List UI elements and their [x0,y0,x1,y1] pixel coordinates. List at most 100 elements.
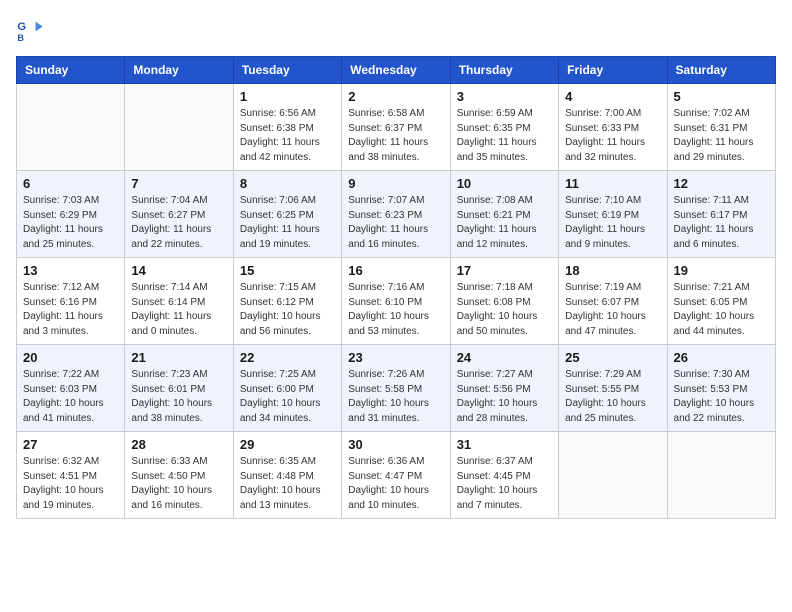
day-info: Sunrise: 7:07 AM Sunset: 6:23 PM Dayligh… [348,194,443,252]
logo-icon: G B [16,16,44,44]
calendar-cell: 31Sunrise: 6:37 AM Sunset: 4:45 PM Dayli… [450,432,558,519]
calendar-cell: 11 Sunrise: 7:10 AM Sunset: 6:19 PM Dayli… [559,171,667,258]
day-number: 19 [674,263,769,278]
day-info: Sunrise: 6:56 AM Sunset: 6:38 PM Dayligh… [240,107,335,165]
day-number: 11 [565,176,660,191]
day-number: 1 [240,89,335,104]
day-info: Sunrise: 7:10 AM Sunset: 6:19 PM Dayligh… [565,194,660,252]
day-number: 13 [23,263,118,278]
weekday-header: Thursday [450,57,558,84]
calendar-cell: 13 Sunrise: 7:12 AM Sunset: 6:16 PM Dayli… [17,258,125,345]
day-number: 18 [565,263,660,278]
day-number: 30 [348,437,443,452]
calendar-cell: 19 Sunrise: 7:21 AM Sunset: 6:05 PM Dayli… [667,258,775,345]
day-number: 5 [674,89,769,104]
day-info: Sunrise: 6:59 AM Sunset: 6:35 PM Dayligh… [457,107,552,165]
day-number: 22 [240,350,335,365]
day-number: 3 [457,89,552,104]
weekday-header: Wednesday [342,57,450,84]
day-number: 6 [23,176,118,191]
day-info: Sunrise: 7:29 AM Sunset: 5:55 PM Dayligh… [565,368,660,426]
calendar-cell: 10Sunrise: 7:08 AM Sunset: 6:21 PM Dayli… [450,171,558,258]
day-info: Sunrise: 7:30 AM Sunset: 5:53 PM Dayligh… [674,368,769,426]
calendar-week-row: 27 Sunrise: 6:32 AM Sunset: 4:51 PM Dayli… [17,432,776,519]
calendar-cell: 25 Sunrise: 7:29 AM Sunset: 5:55 PM Dayli… [559,345,667,432]
day-number: 17 [457,263,552,278]
day-number: 25 [565,350,660,365]
calendar-table: SundayMondayTuesdayWednesdayThursdayFrid… [16,56,776,519]
day-info: Sunrise: 7:23 AM Sunset: 6:01 PM Dayligh… [131,368,226,426]
day-info: Sunrise: 7:11 AM Sunset: 6:17 PM Dayligh… [674,194,769,252]
day-info: Sunrise: 7:19 AM Sunset: 6:07 PM Dayligh… [565,281,660,339]
day-number: 12 [674,176,769,191]
calendar-cell: 6 Sunrise: 7:03 AM Sunset: 6:29 PM Daylig… [17,171,125,258]
calendar-cell: 20Sunrise: 7:22 AM Sunset: 6:03 PM Dayli… [17,345,125,432]
day-info: Sunrise: 7:00 AM Sunset: 6:33 PM Dayligh… [565,107,660,165]
day-info: Sunrise: 6:32 AM Sunset: 4:51 PM Dayligh… [23,455,118,513]
weekday-header: Tuesday [233,57,341,84]
logo: G B [16,16,48,44]
calendar-week-row: 1 Sunrise: 6:56 AM Sunset: 6:38 PM Daylig… [17,84,776,171]
calendar-cell [667,432,775,519]
day-number: 14 [131,263,226,278]
day-info: Sunrise: 7:06 AM Sunset: 6:25 PM Dayligh… [240,194,335,252]
day-number: 28 [131,437,226,452]
day-number: 9 [348,176,443,191]
calendar-cell: 28 Sunrise: 6:33 AM Sunset: 4:50 PM Dayli… [125,432,233,519]
day-number: 16 [348,263,443,278]
day-number: 10 [457,176,552,191]
day-info: Sunrise: 7:14 AM Sunset: 6:14 PM Dayligh… [131,281,226,339]
day-info: Sunrise: 6:35 AM Sunset: 4:48 PM Dayligh… [240,455,335,513]
day-info: Sunrise: 6:37 AM Sunset: 4:45 PM Dayligh… [457,455,552,513]
day-number: 7 [131,176,226,191]
calendar-cell: 22Sunrise: 7:25 AM Sunset: 6:00 PM Dayli… [233,345,341,432]
weekday-header-row: SundayMondayTuesdayWednesdayThursdayFrid… [17,57,776,84]
calendar-cell: 5Sunrise: 7:02 AM Sunset: 6:31 PM Daylig… [667,84,775,171]
calendar-cell: 26 Sunrise: 7:30 AM Sunset: 5:53 PM Dayli… [667,345,775,432]
calendar-cell: 15 Sunrise: 7:15 AM Sunset: 6:12 PM Dayli… [233,258,341,345]
day-number: 8 [240,176,335,191]
day-info: Sunrise: 7:27 AM Sunset: 5:56 PM Dayligh… [457,368,552,426]
day-info: Sunrise: 7:18 AM Sunset: 6:08 PM Dayligh… [457,281,552,339]
day-number: 26 [674,350,769,365]
day-number: 15 [240,263,335,278]
page-header: G B [16,16,776,44]
svg-text:B: B [17,33,24,43]
calendar-cell: 1 Sunrise: 6:56 AM Sunset: 6:38 PM Daylig… [233,84,341,171]
weekday-header: Saturday [667,57,775,84]
calendar-cell: 21 Sunrise: 7:23 AM Sunset: 6:01 PM Dayli… [125,345,233,432]
calendar-cell: 14 Sunrise: 7:14 AM Sunset: 6:14 PM Dayli… [125,258,233,345]
svg-text:G: G [17,21,26,33]
calendar-cell: 16 Sunrise: 7:16 AM Sunset: 6:10 PM Dayli… [342,258,450,345]
day-info: Sunrise: 7:26 AM Sunset: 5:58 PM Dayligh… [348,368,443,426]
day-info: Sunrise: 7:12 AM Sunset: 6:16 PM Dayligh… [23,281,118,339]
calendar-cell [17,84,125,171]
calendar-week-row: 20Sunrise: 7:22 AM Sunset: 6:03 PM Dayli… [17,345,776,432]
day-number: 21 [131,350,226,365]
calendar-cell: 7Sunrise: 7:04 AM Sunset: 6:27 PM Daylig… [125,171,233,258]
calendar-cell: 9 Sunrise: 7:07 AM Sunset: 6:23 PM Daylig… [342,171,450,258]
day-number: 27 [23,437,118,452]
weekday-header: Monday [125,57,233,84]
day-info: Sunrise: 7:03 AM Sunset: 6:29 PM Dayligh… [23,194,118,252]
calendar-cell: 30Sunrise: 6:36 AM Sunset: 4:47 PM Dayli… [342,432,450,519]
calendar-cell: 8 Sunrise: 7:06 AM Sunset: 6:25 PM Daylig… [233,171,341,258]
calendar-cell: 23Sunrise: 7:26 AM Sunset: 5:58 PM Dayli… [342,345,450,432]
day-info: Sunrise: 7:15 AM Sunset: 6:12 PM Dayligh… [240,281,335,339]
day-info: Sunrise: 7:16 AM Sunset: 6:10 PM Dayligh… [348,281,443,339]
calendar-cell: 27 Sunrise: 6:32 AM Sunset: 4:51 PM Dayli… [17,432,125,519]
calendar-cell: 2Sunrise: 6:58 AM Sunset: 6:37 PM Daylig… [342,84,450,171]
calendar-cell [559,432,667,519]
day-number: 20 [23,350,118,365]
calendar-week-row: 13 Sunrise: 7:12 AM Sunset: 6:16 PM Dayli… [17,258,776,345]
calendar-cell: 18 Sunrise: 7:19 AM Sunset: 6:07 PM Dayli… [559,258,667,345]
day-number: 24 [457,350,552,365]
day-info: Sunrise: 6:58 AM Sunset: 6:37 PM Dayligh… [348,107,443,165]
calendar-cell [125,84,233,171]
day-info: Sunrise: 7:21 AM Sunset: 6:05 PM Dayligh… [674,281,769,339]
calendar-cell: 4Sunrise: 7:00 AM Sunset: 6:33 PM Daylig… [559,84,667,171]
day-info: Sunrise: 6:33 AM Sunset: 4:50 PM Dayligh… [131,455,226,513]
calendar-cell: 17 Sunrise: 7:18 AM Sunset: 6:08 PM Dayli… [450,258,558,345]
weekday-header: Sunday [17,57,125,84]
calendar-week-row: 6 Sunrise: 7:03 AM Sunset: 6:29 PM Daylig… [17,171,776,258]
